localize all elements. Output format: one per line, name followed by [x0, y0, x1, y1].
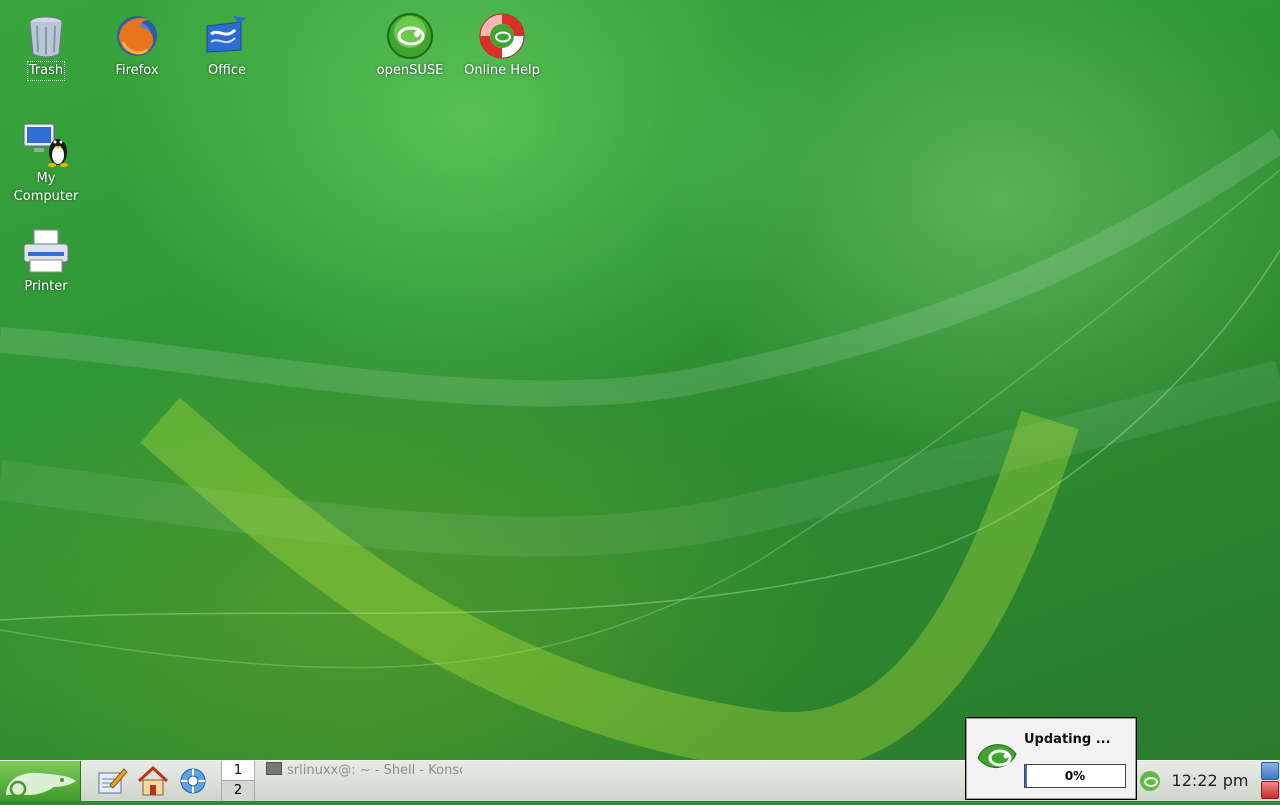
opensuse-gecko-icon — [6, 772, 76, 798]
kwrite-icon[interactable] — [96, 765, 128, 797]
clock[interactable]: 12:22 pm — [1170, 761, 1250, 801]
wallpaper-waves — [0, 129, 1280, 760]
desktop-icon-opensuse[interactable]: openSUSE — [368, 12, 452, 80]
opensuse-updater-icon — [977, 744, 1017, 768]
taskbar-item-label: srlinuxx@: ~ - Shell - Konso — [287, 763, 462, 778]
desktop-icon-label: openSUSE — [376, 63, 444, 78]
update-progress-bar: 0% — [1024, 764, 1126, 788]
trash-icon — [29, 16, 63, 58]
lock-screen-icon[interactable] — [1261, 762, 1279, 780]
taskbar-item-konsole[interactable]: srlinuxx@: ~ - Shell - Konso — [262, 761, 462, 781]
popup-title: Updating ... — [1024, 732, 1111, 747]
desktop-icon-trash[interactable]: Trash — [4, 12, 88, 81]
logout-icon[interactable] — [1261, 781, 1279, 799]
desktop-icon-label: Online Help — [464, 63, 540, 78]
desktop-icon-label: Trash — [26, 61, 66, 81]
desktop-icon-label: Printer — [24, 279, 68, 294]
desktop-pager: 1 2 — [221, 761, 255, 801]
home-icon[interactable] — [137, 765, 169, 797]
pager-desktop-2[interactable]: 2 — [222, 780, 254, 800]
desktop-icon-label: Office — [208, 63, 246, 78]
desktop-icon-label: My Computer — [13, 171, 79, 204]
printer-icon — [23, 229, 69, 273]
desktop-icon-label: Firefox — [115, 63, 159, 78]
opensuse-updater-icon[interactable] — [1138, 769, 1162, 793]
desktop-icon-printer[interactable]: Printer — [4, 228, 88, 296]
lifebuoy-icon — [479, 13, 525, 59]
opensuse-icon — [387, 13, 433, 59]
desktop[interactable]: Trash Firefox Office openSUSE Online Hel… — [0, 0, 1280, 760]
desktop-icon-firefox[interactable]: Firefox — [95, 12, 179, 80]
pager-desktop-1[interactable]: 1 — [222, 761, 254, 780]
office-icon — [206, 16, 247, 53]
konqueror-icon[interactable] — [177, 765, 209, 797]
desktop-icon-online-help[interactable]: Online Help — [460, 12, 544, 80]
update-notification-popup: Updating ... 0% — [965, 717, 1137, 800]
start-menu-button[interactable] — [0, 761, 81, 801]
konsole-icon — [266, 762, 282, 775]
desktop-icon-my-computer[interactable]: My Computer — [4, 120, 88, 206]
firefox-icon — [117, 16, 157, 56]
computer-tux-icon — [23, 123, 68, 167]
progress-label: 0% — [1064, 769, 1086, 783]
desktop-icon-office[interactable]: Office — [185, 12, 269, 80]
